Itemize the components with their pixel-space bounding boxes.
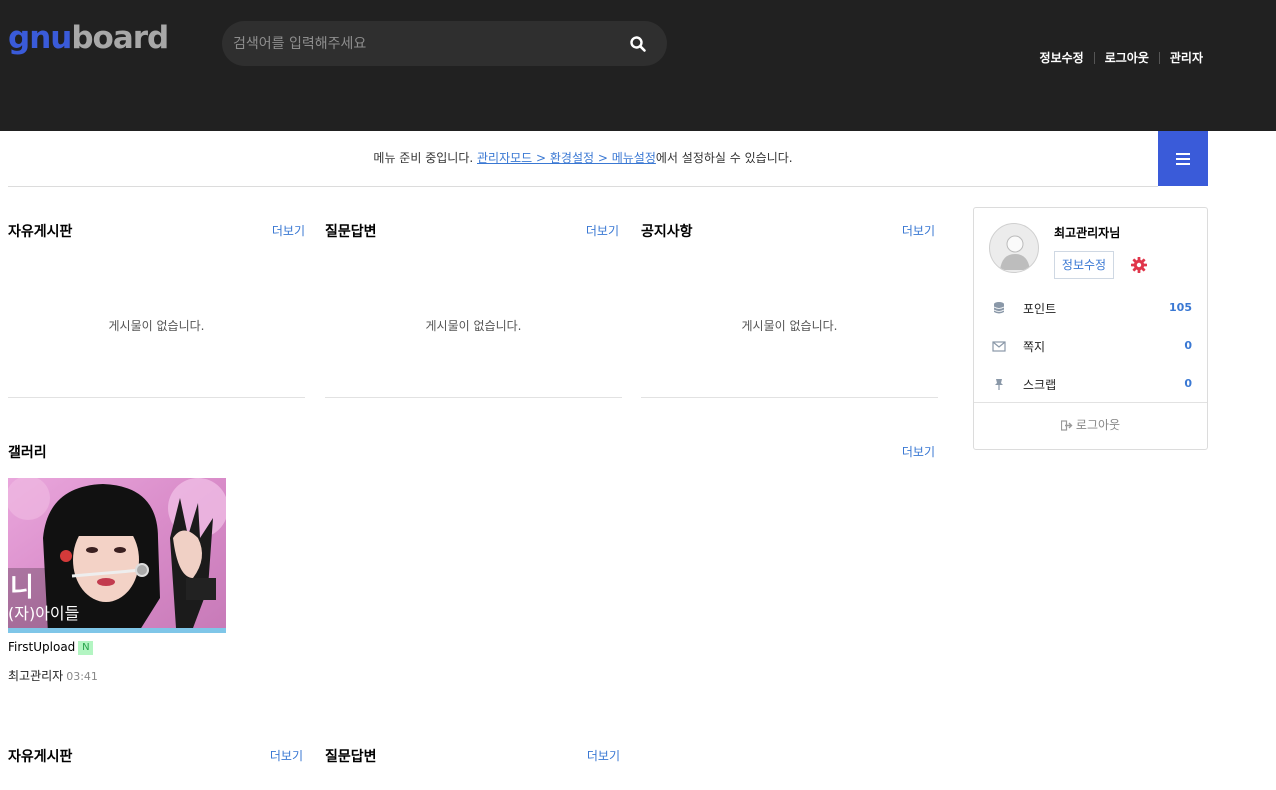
divider (8, 397, 305, 398)
empty-message: 게시물이 없습니다. (108, 319, 205, 333)
new-badge: N (78, 640, 94, 655)
profile-name: 최고관리자님 (1054, 226, 1121, 240)
hamburger-menu-button[interactable] (1158, 131, 1208, 186)
gallery-photo-image: 니 (자)아이들 (8, 478, 226, 633)
search-box (222, 21, 667, 66)
panel-logout-button[interactable]: 로그아웃 (974, 403, 1207, 449)
board-title: 질문답변 (325, 224, 377, 240)
gear-icon[interactable] (1130, 256, 1148, 274)
gallery-item-title[interactable]: FirstUpload N (8, 640, 94, 655)
profile-panel: 최고관리자님 정보수정 포인트 105 쪽지 0 스크랩 0 로그아웃 (973, 207, 1208, 450)
points-value: 105 (1169, 301, 1192, 314)
board-title: 자유게시판 (8, 749, 73, 765)
board-qa: 질문답변 더보기 게시물이 없습니다. (325, 221, 622, 398)
edit-profile-link[interactable]: 정보수정 (1040, 49, 1084, 66)
hamburger-icon (1176, 153, 1190, 155)
hamburger-icon-line (1176, 158, 1190, 160)
svg-text:니: 니 (10, 573, 34, 603)
scrap-label: 스크랩 (1023, 378, 1057, 392)
database-icon (993, 302, 1005, 314)
divider (641, 397, 938, 398)
empty-message: 게시물이 없습니다. (425, 319, 522, 333)
board-title: 공지사항 (641, 224, 693, 240)
site-header: gnuboard 정보수정 로그아웃 관리자 (0, 0, 1276, 131)
empty-message: 게시물이 없습니다. (741, 319, 838, 333)
admin-link[interactable]: 관리자 (1170, 49, 1203, 66)
search-icon[interactable] (629, 35, 647, 53)
menu-notice-text: 메뉴 준비 중입니다. (373, 151, 477, 165)
divider (1093, 51, 1095, 64)
board-free-2: 자유게시판 더보기 (8, 746, 303, 766)
more-link[interactable]: 더보기 (587, 747, 620, 764)
thumb-caption: (자)아이들 (8, 604, 79, 623)
menu-notice-bar: 메뉴 준비 중입니다. 관리자모드 > 환경설정 > 메뉴설정에서 설정하실 수… (8, 131, 1158, 187)
site-logo[interactable]: gnuboard (8, 18, 169, 58)
gallery-item-meta: 최고관리자 03:41 (8, 667, 98, 684)
scrap-row[interactable]: 스크랩 0 (974, 365, 1207, 403)
hamburger-icon-line (1176, 163, 1190, 165)
scrap-value: 0 (1184, 377, 1192, 390)
menu-notice-text-end: 에서 설정하실 수 있습니다. (655, 151, 793, 165)
envelope-icon (992, 341, 1006, 352)
board-title: 갤러리 (8, 445, 47, 461)
post-time: 03:41 (66, 670, 98, 683)
avatar[interactable] (989, 223, 1039, 273)
more-link[interactable]: 더보기 (902, 222, 935, 239)
sign-out-icon (1060, 420, 1073, 431)
board-free: 자유게시판 더보기 게시물이 없습니다. (8, 221, 305, 398)
author-name: 최고관리자 (8, 669, 64, 683)
more-link[interactable]: 더보기 (272, 222, 305, 239)
memo-row[interactable]: 쪽지 0 (974, 327, 1207, 365)
memo-value: 0 (1184, 339, 1192, 352)
more-link[interactable]: 더보기 (902, 443, 935, 460)
logout-link[interactable]: 로그아웃 (1105, 49, 1149, 66)
more-link[interactable]: 더보기 (586, 222, 619, 239)
board-gallery: 갤러리 더보기 (8, 442, 935, 462)
board-title: 자유게시판 (8, 224, 73, 240)
more-link[interactable]: 더보기 (270, 747, 303, 764)
menu-settings-link[interactable]: 관리자모드 > 환경설정 > 메뉴설정 (477, 151, 656, 165)
panel-logout-label: 로그아웃 (1075, 418, 1121, 432)
divider (325, 397, 622, 398)
divider (1158, 51, 1160, 64)
user-silhouette-icon (1000, 235, 1030, 270)
points-row[interactable]: 포인트 105 (974, 289, 1207, 327)
points-label: 포인트 (1023, 302, 1057, 316)
board-qa-2: 질문답변 더보기 (325, 746, 620, 766)
board-notice: 공지사항 더보기 게시물이 없습니다. (641, 221, 938, 398)
profile-edit-button[interactable]: 정보수정 (1054, 251, 1114, 279)
search-input[interactable] (222, 21, 612, 66)
top-links: 정보수정 로그아웃 관리자 (1040, 49, 1203, 66)
board-title: 질문답변 (325, 749, 377, 765)
gallery-item-title-text: FirstUpload (8, 640, 76, 654)
memo-label: 쪽지 (1023, 340, 1046, 354)
pin-icon (995, 379, 1003, 390)
gallery-thumbnail[interactable]: 니 (자)아이들 (8, 478, 226, 633)
